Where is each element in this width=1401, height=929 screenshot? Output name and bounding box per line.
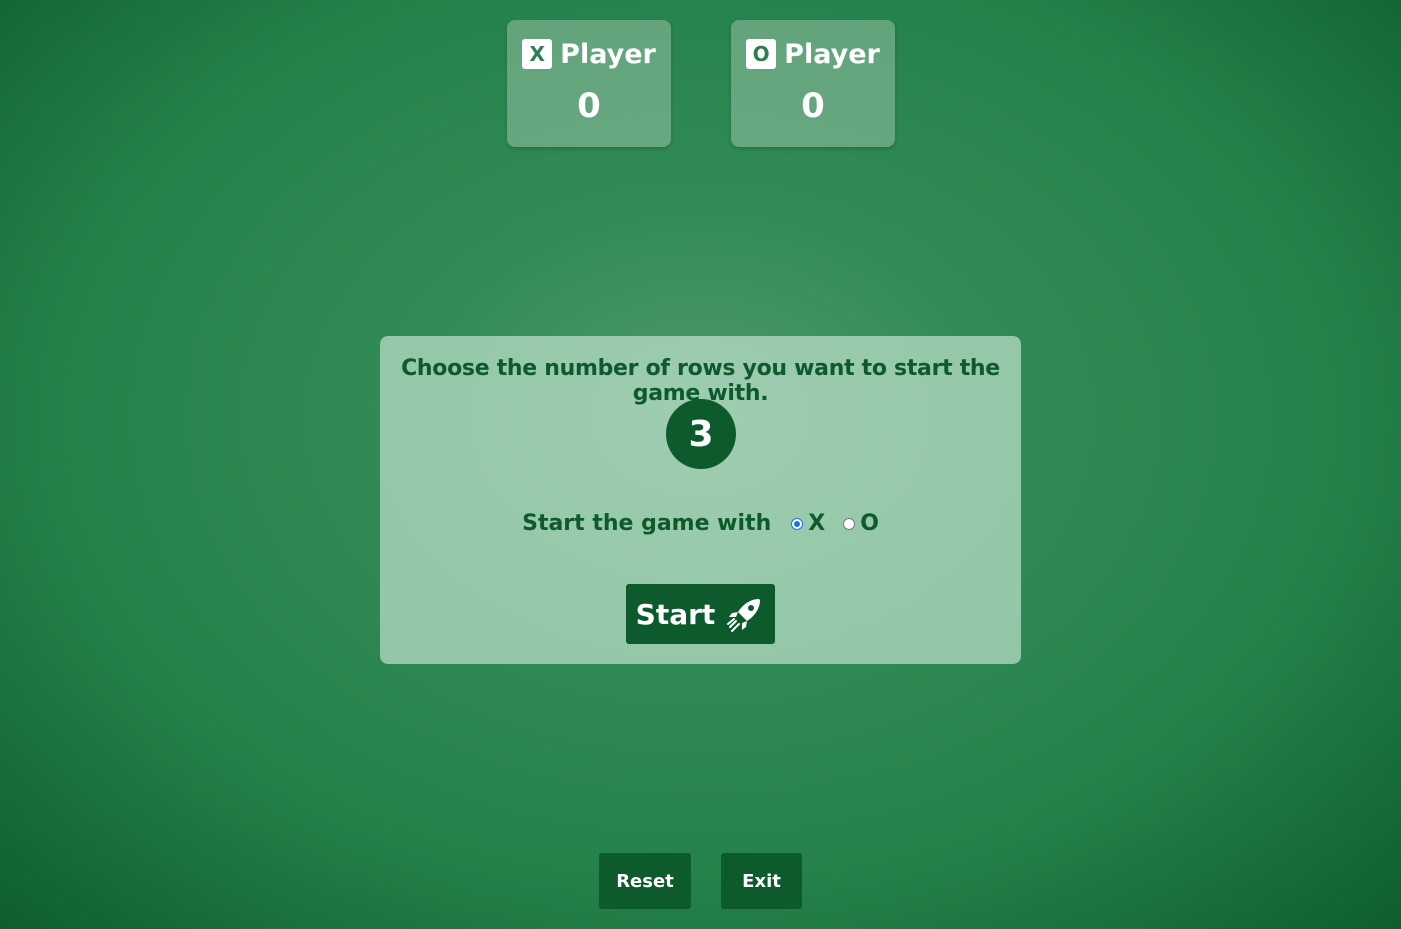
radio-x[interactable]	[791, 517, 804, 530]
start-with-label: Start the game with	[522, 511, 772, 536]
x-player-score-card: X Player 0	[507, 20, 671, 147]
o-player-score: 0	[801, 86, 825, 126]
o-player-header: O Player	[731, 38, 895, 70]
start-button-label: Start	[635, 597, 716, 631]
game-setup-panel: Choose the number of rows you want to st…	[380, 336, 1021, 664]
o-player-score-card: O Player 0	[731, 20, 895, 147]
x-player-score: 0	[577, 86, 601, 126]
start-with-row: Start the game with X O	[380, 511, 1021, 536]
o-player-label: Player	[784, 38, 880, 70]
x-player-header: X Player	[507, 38, 671, 70]
rows-count-selector[interactable]: 3	[666, 399, 736, 469]
radio-x-label[interactable]: X	[808, 511, 825, 536]
exit-button[interactable]: Exit	[721, 853, 802, 909]
reset-button[interactable]: Reset	[599, 853, 691, 909]
start-button[interactable]: Start	[626, 584, 775, 644]
x-player-label: Player	[560, 38, 656, 70]
o-badge-icon: O	[746, 39, 777, 69]
x-badge-icon: X	[522, 39, 553, 69]
radio-o-label[interactable]: O	[860, 511, 879, 536]
rocket-icon	[725, 594, 765, 634]
radio-o[interactable]	[843, 517, 856, 530]
